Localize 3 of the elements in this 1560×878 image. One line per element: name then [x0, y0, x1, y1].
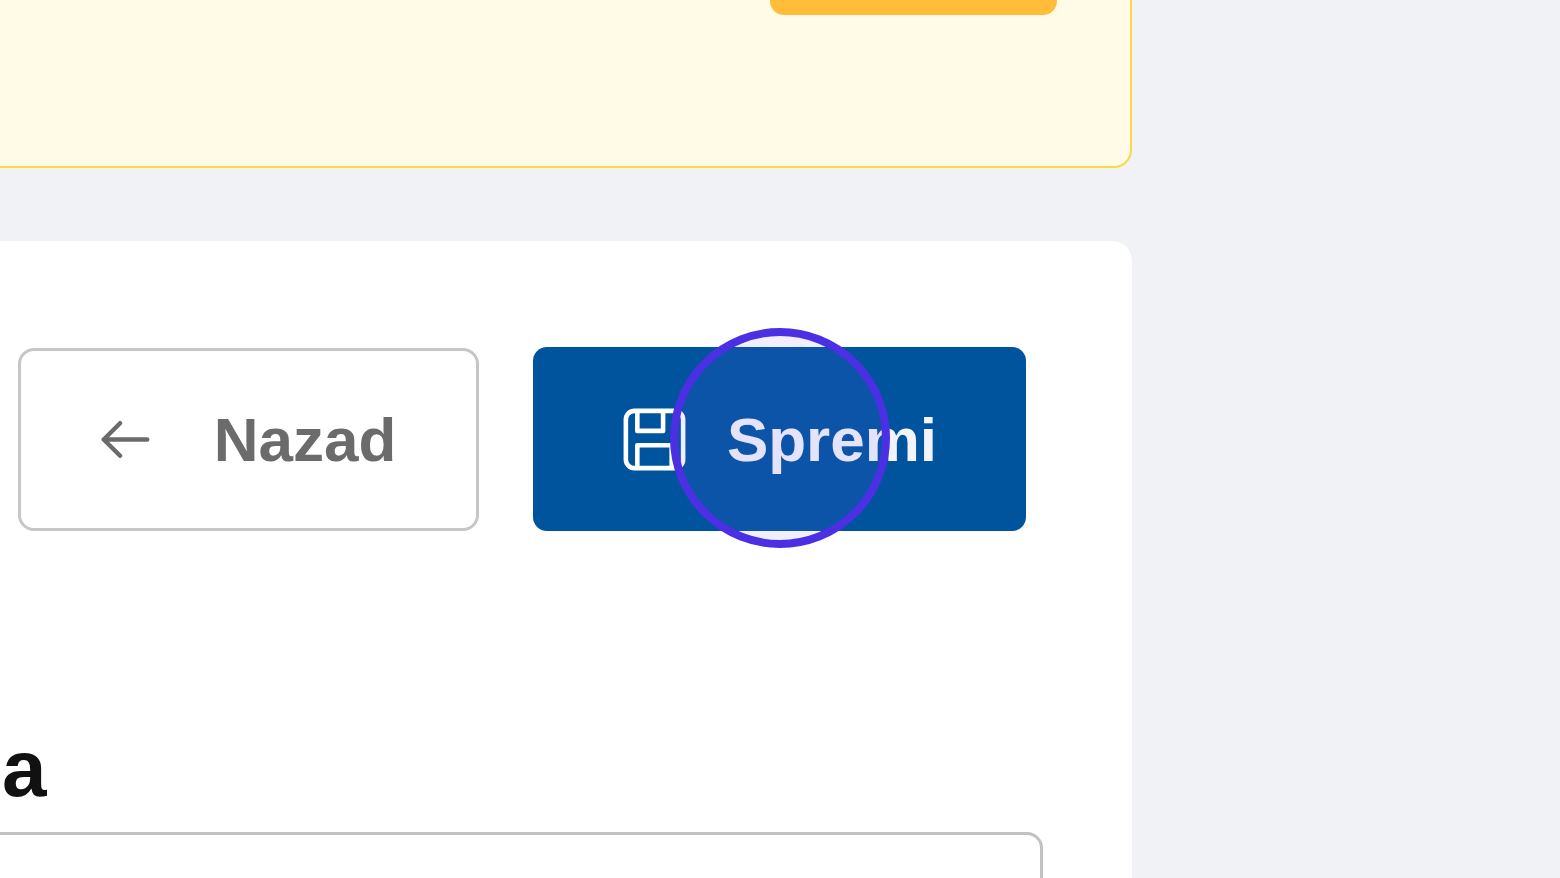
- field-label: a: [2, 723, 47, 815]
- save-button[interactable]: Spremi: [533, 347, 1026, 531]
- back-button[interactable]: Nazad: [18, 347, 479, 531]
